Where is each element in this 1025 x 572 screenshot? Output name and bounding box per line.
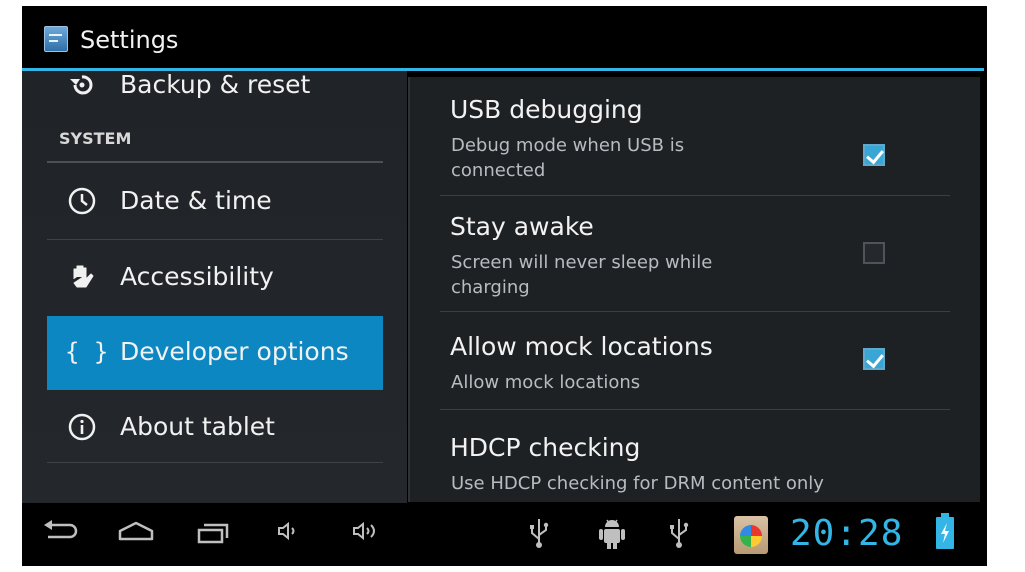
battery-charging-icon bbox=[936, 513, 954, 549]
action-bar: Settings bbox=[22, 6, 987, 71]
braces-icon: { } bbox=[65, 338, 109, 366]
sidebar-item-about-tablet[interactable]: About tablet bbox=[47, 391, 383, 463]
sidebar-item-label: Backup & reset bbox=[120, 71, 311, 99]
pref-title: Stay awake bbox=[450, 212, 594, 241]
sidebar-item-developer-options[interactable]: { } Developer options bbox=[47, 316, 383, 390]
volume-up-icon[interactable] bbox=[352, 521, 382, 545]
sidebar-item-backup-reset[interactable]: Backup & reset bbox=[47, 71, 383, 121]
mock-locations-checkbox[interactable] bbox=[863, 348, 885, 370]
sidebar-item-label: Developer options bbox=[120, 337, 349, 366]
back-icon[interactable] bbox=[42, 519, 78, 547]
system-bar: 20:28 bbox=[22, 503, 987, 566]
pref-title: Allow mock locations bbox=[450, 332, 713, 361]
app-notification-icon bbox=[734, 516, 768, 554]
sidebar-item-label: About tablet bbox=[120, 412, 275, 441]
sidebar-item-date-time[interactable]: Date & time bbox=[47, 165, 383, 237]
stay-awake-checkbox[interactable] bbox=[863, 242, 885, 264]
app-title: Settings bbox=[80, 26, 179, 54]
android-debug-icon bbox=[597, 517, 627, 555]
pref-divider bbox=[440, 311, 950, 312]
section-divider bbox=[47, 161, 383, 163]
pref-divider bbox=[440, 409, 950, 410]
list-divider bbox=[47, 239, 383, 240]
settings-app-icon bbox=[44, 26, 68, 52]
recent-apps-icon[interactable] bbox=[197, 523, 229, 544]
restore-icon bbox=[67, 71, 97, 100]
sidebar-item-label: Date & time bbox=[120, 186, 272, 215]
list-divider bbox=[47, 462, 383, 463]
clock-time: 20:28 bbox=[790, 513, 904, 554]
clock-icon bbox=[67, 186, 97, 216]
usb-icon bbox=[527, 517, 551, 553]
info-icon bbox=[67, 412, 97, 442]
developer-options-pane[interactable]: USB debugging Debug mode when USB is con… bbox=[408, 77, 980, 502]
pref-summary: Screen will never sleep while charging bbox=[451, 252, 713, 298]
settings-headers-list[interactable]: Backup & reset SYSTEM Date & time Access… bbox=[22, 71, 407, 503]
pref-summary: Debug mode when USB is connected bbox=[451, 135, 685, 181]
home-icon[interactable] bbox=[118, 521, 154, 541]
pref-summary: Use HDCP checking for DRM content only bbox=[451, 473, 824, 494]
pref-divider bbox=[440, 195, 950, 196]
pref-title: HDCP checking bbox=[450, 433, 641, 462]
tablet-screen: Settings Backup & reset SYSTEM Date & ti… bbox=[22, 6, 987, 566]
hand-icon bbox=[67, 262, 97, 292]
section-header-system: SYSTEM bbox=[59, 129, 132, 148]
usb-debugging-checkbox[interactable] bbox=[863, 144, 885, 166]
sidebar-item-accessibility[interactable]: Accessibility bbox=[47, 241, 383, 313]
pref-summary: Allow mock locations bbox=[451, 372, 641, 393]
volume-down-icon[interactable] bbox=[277, 521, 303, 545]
pref-title: USB debugging bbox=[450, 95, 643, 124]
usb-icon bbox=[667, 517, 691, 553]
sidebar-item-label: Accessibility bbox=[120, 262, 274, 291]
